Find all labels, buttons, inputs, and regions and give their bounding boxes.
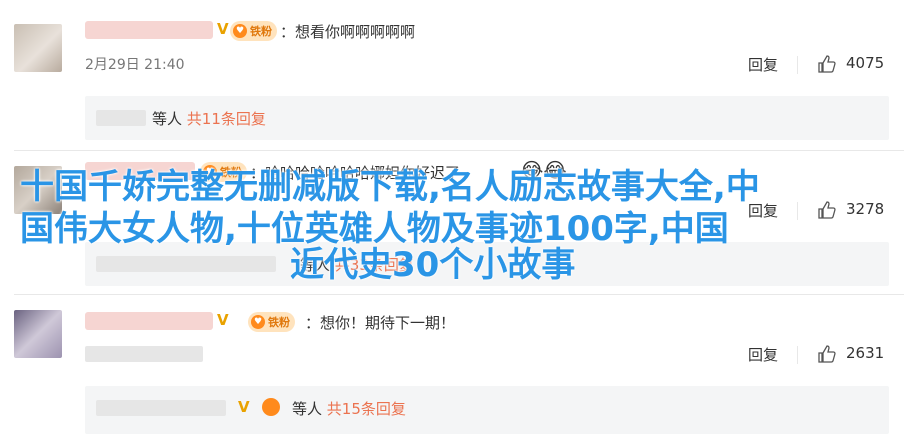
vip-icon: V [238,398,250,416]
replies-prefix: 等人 [292,400,323,418]
thumbs-up-icon[interactable] [818,55,836,73]
replies-summary[interactable]: 等人 共15条回复 [292,398,406,419]
username[interactable] [85,312,213,330]
fan-badge-label: 铁粉 [268,316,290,329]
fan-badge-icon: ♥ [233,24,247,38]
comment-text: ：想看你啊啊啊啊啊 [280,23,416,41]
like-count: 4075 [846,54,885,72]
avatar[interactable] [14,310,62,358]
fan-icon [262,398,280,416]
comment-divider [14,150,904,151]
replies-prefix: 等人 [152,110,183,128]
replies-summary[interactable]: 等人 共11条回复 [152,108,266,129]
reply-users [96,110,146,126]
fan-badge-label: 铁粉 [250,25,272,38]
like-count: 2631 [846,344,885,362]
fan-badge[interactable]: ♥ 铁粉 [230,21,277,41]
username[interactable] [85,21,213,39]
reply-users [96,400,226,416]
comment-time: 2月29日 21:40 [85,57,185,73]
vip-icon: V [217,20,229,38]
avatar[interactable] [14,24,62,72]
like-count: 3278 [846,200,885,218]
replies-count-link[interactable]: 共15条回复 [327,400,406,418]
fan-badge-icon: ♥ [251,315,265,329]
comment-text: ：想你！期待下一期！ [305,314,456,332]
replies-count-link[interactable]: 共11条回复 [187,110,266,128]
comment-time [85,346,203,362]
action-divider [797,346,798,364]
action-divider [797,56,798,74]
thumbs-up-icon[interactable] [818,201,836,219]
vip-icon: V [217,311,229,329]
reply-button[interactable]: 回复 [748,54,778,75]
reply-button[interactable]: 回复 [748,344,778,365]
overlay-line-1: 十国千娇完整无删减版下载,名人励志故事大全,中 [20,167,760,207]
overlay-line-3: 近代史30个小故事 [290,245,576,285]
reply-users [96,256,276,272]
thumbs-up-icon[interactable] [818,345,836,363]
comment-divider [14,294,904,295]
fan-badge[interactable]: ♥ 铁粉 [248,312,295,332]
action-divider [797,202,798,220]
